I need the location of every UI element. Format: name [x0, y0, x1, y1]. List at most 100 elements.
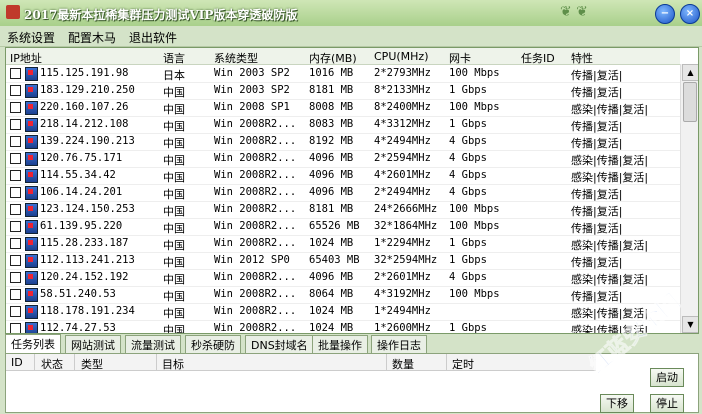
row-checkbox[interactable]	[10, 119, 21, 130]
tab-task-list[interactable]: 任务列表	[5, 334, 61, 354]
table-row[interactable]: 112.113.241.213 中国 Win 2012 SP0 65403 MB 32*…	[6, 252, 680, 270]
row-checkbox[interactable]	[10, 255, 21, 266]
row-checkbox[interactable]	[10, 170, 21, 181]
vertical-scrollbar[interactable]: ▲ ▼	[680, 64, 698, 333]
cell-language: 中国	[163, 307, 185, 320]
tab-traffic-test[interactable]: 流量测试	[125, 335, 181, 353]
col-language[interactable]: 语言	[163, 50, 185, 66]
row-checkbox[interactable]	[10, 221, 21, 232]
scroll-thumb[interactable]	[683, 82, 697, 122]
task-col-status[interactable]: 状态	[41, 356, 63, 372]
row-checkbox[interactable]	[10, 204, 21, 215]
cell-cpu: 8*2133MHz	[374, 84, 431, 96]
table-row[interactable]: 218.14.212.108 中国 Win 2008R2... 8083 MB 4*33…	[6, 116, 680, 134]
col-ip[interactable]: IP地址	[10, 50, 42, 66]
row-checkbox[interactable]	[10, 153, 21, 164]
cell-features: 感染|传播|复活|	[571, 239, 649, 252]
menu-system-settings[interactable]: 系统设置	[0, 26, 61, 46]
stop-button[interactable]: 停止	[650, 394, 684, 413]
table-row[interactable]: 139.224.190.213 中国 Win 2008R2... 8192 MB 4*2…	[6, 133, 680, 151]
cell-os: Win 2008 SP1	[214, 101, 290, 113]
move-down-button[interactable]: 下移	[600, 394, 634, 413]
host-icon	[25, 322, 38, 333]
table-row[interactable]: 106.14.24.201 中国 Win 2008R2... 4096 MB 2*249…	[6, 184, 680, 202]
cell-language: 中国	[163, 137, 185, 150]
col-task-id[interactable]: 任务ID	[521, 50, 555, 66]
minimize-button[interactable]: −	[655, 4, 675, 24]
cell-language: 中国	[163, 273, 185, 286]
cell-cpu: 32*1864MHz	[374, 220, 438, 232]
col-cpu[interactable]: CPU(MHz)	[374, 50, 428, 63]
table-row[interactable]: 183.129.210.250 中国 Win 2003 SP2 8181 MB 8*21…	[6, 82, 680, 100]
cell-ip: 218.14.212.108	[40, 118, 129, 130]
row-checkbox[interactable]	[10, 102, 21, 113]
cell-cpu: 4*2601MHz	[374, 169, 431, 181]
scroll-down-icon[interactable]: ▼	[682, 316, 698, 333]
table-row[interactable]: 58.51.240.53 中国 Win 2008R2... 8064 MB 4*3192…	[6, 286, 680, 304]
row-checkbox[interactable]	[10, 306, 21, 317]
table-row[interactable]: 123.124.150.253 中国 Win 2008R2... 8181 MB 24*…	[6, 201, 680, 219]
table-row[interactable]: 118.178.191.234 中国 Win 2008R2... 1024 MB 1*2…	[6, 303, 680, 321]
app-icon	[6, 5, 20, 19]
tab-log[interactable]: 操作日志	[371, 335, 427, 353]
cell-os: Win 2008R2...	[214, 237, 297, 249]
cell-ip: 183.129.210.250	[40, 84, 135, 96]
row-checkbox[interactable]	[10, 323, 21, 333]
task-col-target[interactable]: 目标	[162, 356, 184, 372]
close-button[interactable]: ×	[680, 4, 700, 24]
tab-website-test[interactable]: 网站测试	[65, 335, 121, 353]
col-memory[interactable]: 内存(MB)	[309, 50, 357, 66]
table-row[interactable]: 61.139.95.220 中国 Win 2008R2... 65526 MB 32*1…	[6, 218, 680, 236]
scroll-up-icon[interactable]: ▲	[682, 64, 698, 81]
cell-os: Win 2012 SP0	[214, 254, 290, 266]
menu-exit[interactable]: 退出软件	[122, 26, 183, 46]
tab-flash-kill[interactable]: 秒杀硬防	[185, 335, 241, 353]
row-checkbox[interactable]	[10, 85, 21, 96]
task-col-id[interactable]: ID	[11, 356, 23, 369]
host-icon	[25, 203, 38, 217]
menu-config-trojan[interactable]: 配置木马	[61, 26, 122, 46]
cell-memory: 65403 MB	[309, 254, 360, 266]
cell-nic: 1 Gbps	[449, 84, 487, 96]
host-icon	[25, 84, 38, 98]
task-col-timer[interactable]: 定时	[452, 356, 474, 372]
table-row[interactable]: 115.125.191.98 日本 Win 2003 SP2 1016 MB 2*279…	[6, 65, 680, 83]
cell-language: 中国	[163, 205, 185, 218]
col-os[interactable]: 系统类型	[214, 50, 258, 66]
cell-nic: 1 Gbps	[449, 118, 487, 130]
table-row[interactable]: 112.74.27.53 中国 Win 2008R2... 1024 MB 1*2600…	[6, 320, 680, 333]
row-checkbox[interactable]	[10, 136, 21, 147]
host-list-grid[interactable]: IP地址 语言 系统类型 内存(MB) CPU(MHz) 网卡 任务ID 特性 …	[5, 47, 699, 334]
row-checkbox[interactable]	[10, 272, 21, 283]
table-row[interactable]: 120.24.152.192 中国 Win 2008R2... 4096 MB 2*26…	[6, 269, 680, 287]
tab-batch[interactable]: 批量操作	[312, 335, 368, 353]
cell-memory: 8181 MB	[309, 84, 354, 96]
cell-features: 传播|复活|	[571, 256, 623, 269]
col-features[interactable]: 特性	[571, 50, 593, 66]
cell-nic: 4 Gbps	[449, 152, 487, 164]
cell-language: 中国	[163, 154, 185, 167]
table-row[interactable]: 114.55.34.42 中国 Win 2008R2... 4096 MB 4*2601…	[6, 167, 680, 185]
cell-memory: 1024 MB	[309, 305, 354, 317]
task-col-type[interactable]: 类型	[81, 356, 103, 372]
row-checkbox[interactable]	[10, 289, 21, 300]
cell-nic: 100 Mbps	[449, 101, 500, 113]
row-checkbox[interactable]	[10, 238, 21, 249]
cell-ip: 220.160.107.26	[40, 101, 129, 113]
table-row[interactable]: 220.160.107.26 中国 Win 2008 SP1 8008 MB 8*240…	[6, 99, 680, 117]
tab-dns-block[interactable]: DNS封域名	[245, 335, 314, 353]
cell-cpu: 4*3312MHz	[374, 118, 431, 130]
row-checkbox[interactable]	[10, 187, 21, 198]
table-row[interactable]: 115.28.233.187 中国 Win 2008R2... 1024 MB 1*22…	[6, 235, 680, 253]
cell-features: 感染|传播|复活|	[571, 307, 649, 320]
table-row[interactable]: 120.76.75.171 中国 Win 2008R2... 4096 MB 2*259…	[6, 150, 680, 168]
row-checkbox[interactable]	[10, 68, 21, 79]
cell-cpu: 4*3192MHz	[374, 288, 431, 300]
grid-header: IP地址 语言 系统类型 内存(MB) CPU(MHz) 网卡 任务ID 特性	[6, 48, 680, 65]
cell-memory: 1016 MB	[309, 67, 354, 79]
start-button[interactable]: 启动	[650, 368, 684, 387]
col-nic[interactable]: 网卡	[449, 50, 471, 66]
cell-ip: 58.51.240.53	[40, 288, 116, 300]
cell-nic: 4 Gbps	[449, 169, 487, 181]
task-col-count[interactable]: 数量	[392, 356, 414, 372]
